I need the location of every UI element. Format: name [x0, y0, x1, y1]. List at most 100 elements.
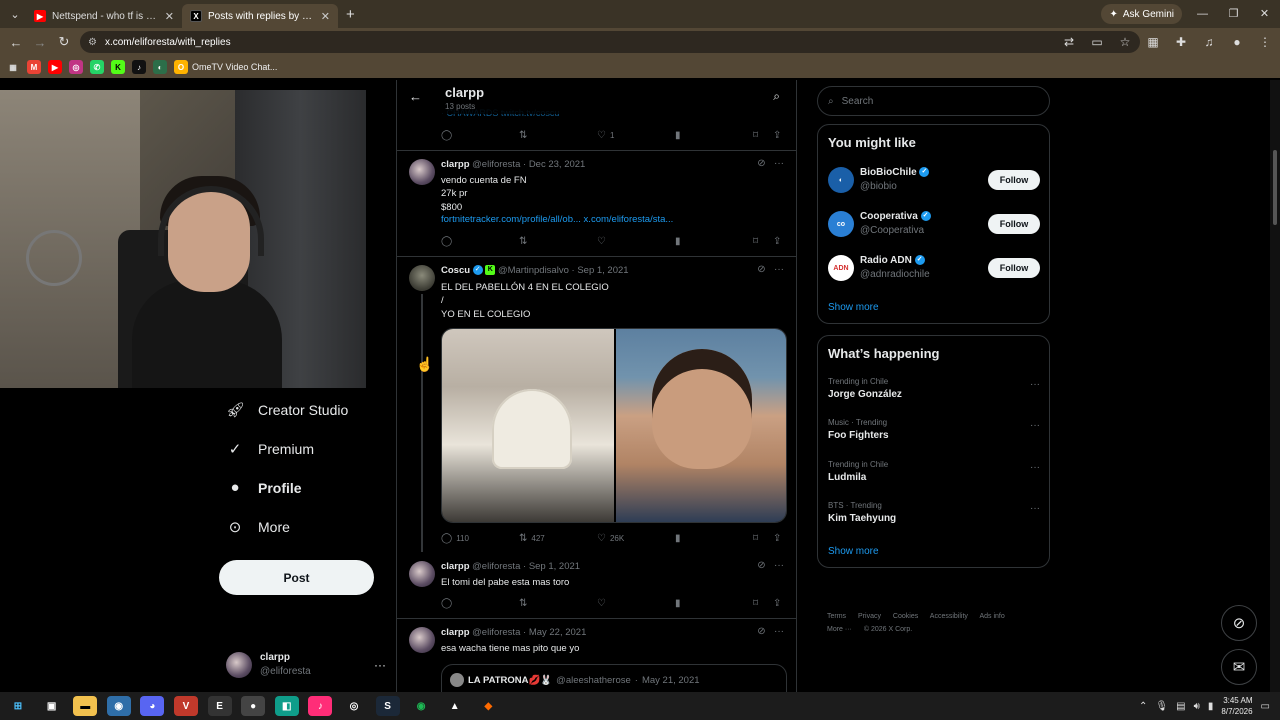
profile-icon[interactable]: ●: [1230, 35, 1244, 49]
more-dots-icon[interactable]: ···: [1030, 420, 1040, 431]
more-dots-icon[interactable]: ···: [1030, 503, 1040, 514]
bookmark-ometv[interactable]: O OmeTV Video Chat...: [174, 60, 277, 74]
views-button[interactable]: ▮: [675, 130, 753, 141]
tweet[interactable]: Coscu ✓ K @Martinpdisalvo · Sep 1, 2021 …: [397, 256, 796, 552]
footer-ads-info[interactable]: Ads info: [979, 613, 1004, 620]
bookmark-button[interactable]: ⌑: [753, 533, 773, 544]
views-button[interactable]: ▮: [675, 236, 753, 247]
scrollbar-thumb[interactable]: [1273, 150, 1277, 225]
more-dots-icon[interactable]: ···: [774, 560, 784, 571]
trend-item[interactable]: Music · Trending Foo Fighters ···: [828, 418, 1040, 448]
spotify-icon[interactable]: ◉: [409, 696, 433, 716]
more-dots-icon[interactable]: ···: [774, 626, 784, 637]
bookmark-star-icon[interactable]: ☆: [1118, 35, 1132, 49]
trend-item[interactable]: Trending in Chile Jorge González ···: [828, 377, 1040, 407]
trend-item[interactable]: BTS · Trending Kim Taehyung ···: [828, 501, 1040, 531]
more-dots-icon[interactable]: ···: [774, 264, 784, 275]
avatar[interactable]: [409, 561, 435, 587]
restore-icon[interactable]: ❐: [1218, 0, 1249, 28]
scrollbar[interactable]: [1270, 80, 1280, 692]
cast-icon[interactable]: ▭: [1090, 35, 1104, 49]
tweet-author[interactable]: clarpp: [441, 627, 470, 638]
minimize-icon[interactable]: —: [1187, 0, 1218, 28]
suggested-account[interactable]: ◐ BioBioChile ✓ @biobio Follow: [828, 163, 1040, 197]
reply-button[interactable]: ◯: [441, 598, 519, 609]
file-explorer-icon[interactable]: ▬: [73, 696, 98, 716]
translate-icon[interactable]: ⇄: [1062, 35, 1076, 49]
tweet[interactable]: clarpp @eliforesta · Sep 1, 2021 ⊘ ··· E…: [397, 552, 796, 618]
media-photo-1[interactable]: [442, 329, 614, 522]
share-button[interactable]: ⇪: [773, 236, 781, 247]
app-icon[interactable]: ◆: [476, 696, 500, 716]
share-button[interactable]: ⇪: [773, 598, 781, 609]
tweet-link[interactable]: fortnitetracker.com/profile/all/ob... x.…: [441, 213, 673, 226]
avatar[interactable]: [409, 159, 435, 185]
network-icon[interactable]: ▤: [1176, 701, 1185, 712]
avatar[interactable]: [409, 265, 435, 291]
like-button[interactable]: ♡: [597, 236, 675, 247]
tiktok-icon[interactable]: ♪: [132, 60, 146, 74]
tweet-date[interactable]: May 22, 2021: [529, 627, 587, 638]
volume-icon[interactable]: 🔊︎: [1194, 701, 1200, 712]
discord-icon[interactable]: ◕: [140, 696, 165, 716]
bookmark-button[interactable]: ⌑: [753, 598, 773, 609]
like-button[interactable]: ♡: [597, 598, 675, 609]
windows-start-icon[interactable]: ⊞: [6, 696, 30, 716]
tab-youtube[interactable]: ▶ Nettspend - who tf is u (officia ✕: [26, 4, 182, 28]
obs-icon[interactable]: ●: [241, 696, 266, 716]
tweet-date[interactable]: Sep 1, 2021: [577, 265, 628, 276]
chevron-up-icon[interactable]: ⌃: [1139, 701, 1147, 712]
more-dots-icon[interactable]: ···: [774, 158, 784, 169]
extension-icon[interactable]: ▦: [1146, 35, 1160, 49]
messages-button[interactable]: ✉: [1221, 649, 1257, 685]
reload-icon[interactable]: ↻: [52, 34, 76, 50]
media-photo-2[interactable]: [616, 329, 786, 522]
retweet-button[interactable]: ⇅: [519, 236, 597, 247]
like-button[interactable]: ♡ 26K: [597, 533, 675, 544]
forward-icon[interactable]: →: [28, 35, 52, 50]
show-more-link[interactable]: Show more: [828, 546, 879, 557]
show-more-link[interactable]: Show more: [828, 302, 879, 313]
follow-button[interactable]: Follow: [988, 170, 1040, 190]
clock[interactable]: 3:45 AM 8/7/2026: [1221, 695, 1252, 717]
close-window-icon[interactable]: ✕: [1249, 0, 1280, 28]
whatsapp-icon[interactable]: ✆: [90, 60, 104, 74]
menu-icon[interactable]: ⋮: [1258, 35, 1272, 49]
retweet-button[interactable]: ⇅ 427: [519, 533, 597, 544]
music-app-icon[interactable]: ♪: [308, 696, 333, 716]
grok-icon[interactable]: ⊘: [757, 264, 765, 275]
tweet-date[interactable]: Dec 23, 2021: [529, 159, 586, 170]
tweet[interactable]: clarpp @eliforesta · May 22, 2021 ⊘ ··· …: [397, 618, 796, 692]
new-tab-icon[interactable]: +: [346, 6, 355, 23]
tweet-author[interactable]: clarpp: [441, 159, 470, 170]
retweet-button[interactable]: ⇅: [519, 598, 597, 609]
footer-terms[interactable]: Terms: [827, 613, 846, 620]
like-button[interactable]: ♡ 1: [597, 130, 675, 141]
reply-button[interactable]: ◯ 110: [441, 533, 519, 544]
reply-button[interactable]: ◯: [441, 236, 519, 247]
epic-games-icon[interactable]: E: [207, 696, 232, 716]
close-tab-icon[interactable]: ✕: [321, 10, 330, 23]
app-icon[interactable]: ◧: [274, 696, 299, 716]
game-icon[interactable]: ▲: [443, 696, 467, 716]
grok-icon[interactable]: ⊘: [757, 158, 765, 169]
suggested-account[interactable]: co Cooperativa ✓ @Cooperativa Follow: [828, 207, 1040, 241]
footer-privacy[interactable]: Privacy: [858, 613, 881, 620]
gmail-icon[interactable]: M: [27, 60, 41, 74]
site-info-icon[interactable]: ⚙: [88, 37, 97, 48]
bookmark-button[interactable]: ⌑: [753, 130, 773, 141]
puzzle-icon[interactable]: ✚: [1174, 35, 1188, 49]
footer-accessibility[interactable]: Accessibility: [930, 613, 968, 620]
views-button[interactable]: ▮: [675, 533, 753, 544]
microphone-icon[interactable]: 🎙︎: [1155, 701, 1168, 712]
bookmark-button[interactable]: ⌑: [753, 236, 773, 247]
grok-button[interactable]: ⊘: [1221, 605, 1257, 641]
battery-icon[interactable]: ▮: [1208, 701, 1214, 712]
quoted-tweet[interactable]: LA PATRONA💋🐰 @aleeshatherose · May 21, 2…: [441, 664, 787, 692]
more-dots-icon[interactable]: ···: [1030, 379, 1040, 390]
grok-icon[interactable]: ⊘: [757, 560, 765, 571]
more-dots-icon[interactable]: ···: [374, 658, 386, 672]
search-input[interactable]: ⌕ Search: [817, 86, 1050, 116]
steam-icon[interactable]: S: [375, 696, 400, 716]
back-icon[interactable]: ←: [4, 35, 28, 50]
